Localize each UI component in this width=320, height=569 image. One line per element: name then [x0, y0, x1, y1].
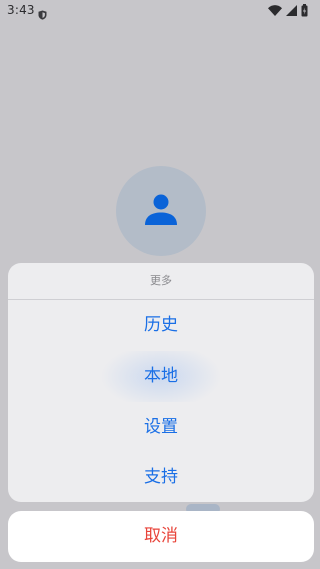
avatar[interactable]	[116, 166, 206, 256]
shield-icon	[38, 5, 47, 20]
sheet-option-support[interactable]: 支持	[8, 452, 314, 502]
action-sheet: 更多 历史 本地 设置 支持	[8, 263, 314, 502]
status-icons	[268, 3, 308, 17]
battery-charging-icon	[301, 3, 308, 17]
status-bar: 3:43	[0, 0, 320, 22]
cellular-signal-icon	[286, 4, 297, 16]
sheet-option-local[interactable]: 本地	[8, 351, 314, 402]
wifi-icon	[268, 4, 282, 16]
cancel-button[interactable]: 取消	[8, 511, 314, 562]
status-time: 3:43	[7, 3, 35, 17]
sheet-option-settings[interactable]: 设置	[8, 402, 314, 453]
user-icon	[145, 194, 177, 225]
sheet-option-history[interactable]: 历史	[8, 300, 314, 351]
sheet-title: 更多	[150, 274, 172, 287]
